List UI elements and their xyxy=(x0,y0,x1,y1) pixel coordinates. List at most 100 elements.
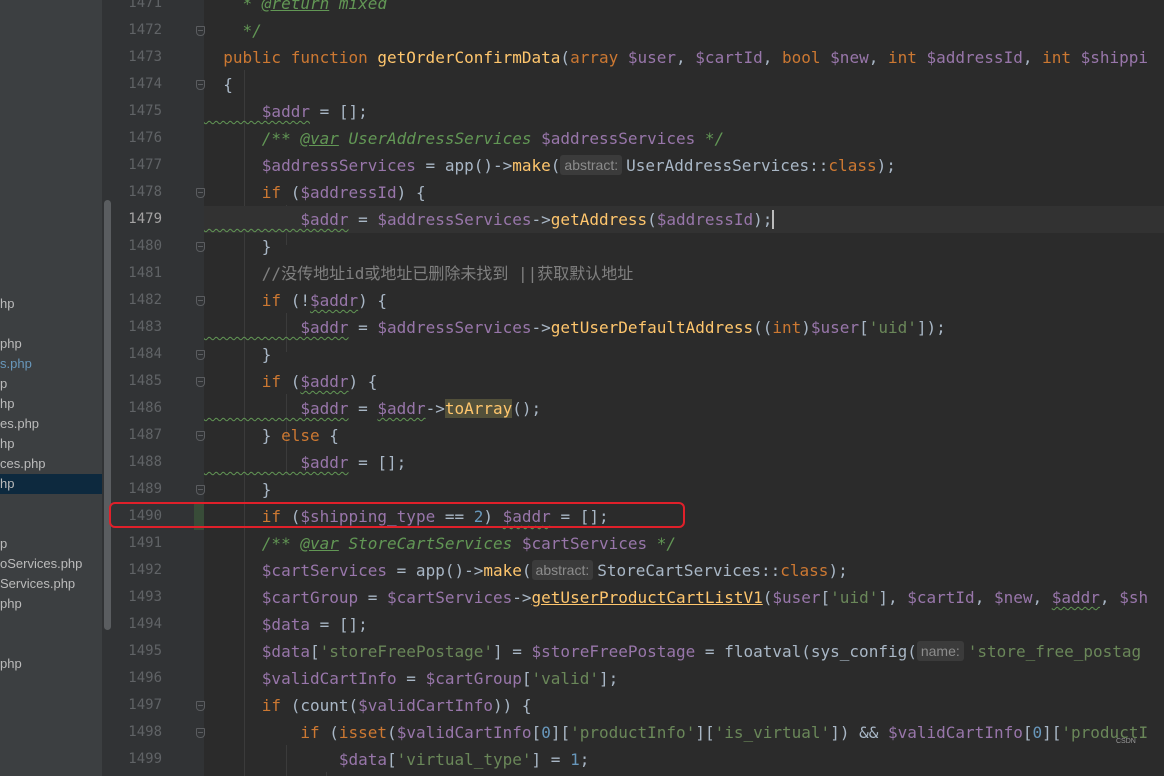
code-token: $addressId xyxy=(300,183,397,202)
code-line[interactable]: if (isset($validCartInfo[0]['productInfo… xyxy=(204,719,1164,746)
line-number[interactable]: 1473 xyxy=(114,44,162,71)
code-line[interactable]: public function getOrderConfirmData(arra… xyxy=(204,44,1164,71)
line-number[interactable]: 1491 xyxy=(114,530,162,557)
code-line[interactable]: /** @var StoreCartServices $cartServices… xyxy=(204,530,1164,557)
code-token: UserAddressServices:: xyxy=(626,156,829,175)
code-editor[interactable]: * @return mixed */ public function getOr… xyxy=(204,0,1164,776)
code-line[interactable]: } else { xyxy=(204,422,1164,449)
code-line[interactable]: $addr = $addressServices->getUserDefault… xyxy=(204,314,1164,341)
code-token: $shippi xyxy=(1080,48,1149,67)
line-number[interactable]: 1489 xyxy=(114,476,162,503)
sidebar-file-item[interactable]: p xyxy=(0,534,102,554)
code-token: , xyxy=(868,48,888,67)
code-token: */ xyxy=(695,129,725,148)
sidebar-file-item[interactable]: p xyxy=(0,374,102,394)
line-number[interactable]: 1485 xyxy=(114,368,162,395)
code-line[interactable]: { xyxy=(204,71,1164,98)
code-line[interactable]: $data['storeFreePostage'] = $storeFreePo… xyxy=(204,638,1164,665)
code-line[interactable]: $cartServices = app()->make(abstract: Sto… xyxy=(204,557,1164,584)
line-number[interactable]: 1471 xyxy=(114,0,162,17)
code-line[interactable]: $cartGroup = $cartServices->getUserProdu… xyxy=(204,584,1164,611)
code-token: 'is_virtual' xyxy=(714,723,831,742)
code-token: = xyxy=(348,210,378,229)
code-token: $cartServices xyxy=(204,561,388,580)
code-token: * xyxy=(204,0,262,13)
code-line[interactable]: $addr = []; xyxy=(204,449,1164,476)
code-line[interactable]: if (!$addr) { xyxy=(204,287,1164,314)
code-token: ] = xyxy=(493,642,532,661)
sidebar-file-item[interactable]: ces.php xyxy=(0,454,102,474)
code-line[interactable]: */ xyxy=(204,17,1164,44)
sidebar-file-item[interactable]: s.php xyxy=(0,354,102,374)
sidebar-file-item[interactable]: php xyxy=(0,334,102,354)
line-number[interactable]: 1481 xyxy=(114,260,162,287)
code-token: ) { xyxy=(358,291,388,310)
code-line[interactable]: } xyxy=(204,341,1164,368)
code-token: 0 xyxy=(541,723,551,742)
code-line[interactable]: $addr = []; xyxy=(204,98,1164,125)
sidebar-scrollbar[interactable] xyxy=(104,200,111,630)
code-token: ][ xyxy=(1042,723,1062,742)
code-token: getAddress xyxy=(550,210,648,229)
line-number[interactable]: 1493 xyxy=(114,584,162,611)
code-line[interactable]: $data = []; xyxy=(204,611,1164,638)
code-line[interactable]: $addressServices = app()->make(abstract:… xyxy=(204,152,1164,179)
line-number[interactable]: 1474 xyxy=(114,71,162,98)
sidebar-file-item[interactable]: Services.php xyxy=(0,574,102,594)
code-token: @var xyxy=(300,534,339,553)
code-token: $cartId xyxy=(907,588,975,607)
sidebar-file-item[interactable]: hp xyxy=(0,474,102,494)
code-line[interactable]: if ($addressId) { xyxy=(204,179,1164,206)
code-line[interactable]: //没传地址id或地址已删除未找到 ||获取默认地址 xyxy=(204,260,1164,287)
sidebar-file-item[interactable]: php xyxy=(0,594,102,614)
line-number[interactable]: 1497 xyxy=(114,692,162,719)
line-number[interactable]: 1496 xyxy=(114,665,162,692)
project-sidebar: hp php s.php p hp es.php hp ces.php hp p oServices… xyxy=(0,0,102,776)
line-number[interactable]: 1476 xyxy=(114,125,162,152)
line-number[interactable]: 1475 xyxy=(114,98,162,125)
code-token: , xyxy=(1032,588,1052,607)
code-line[interactable]: /** @var UserAddressServices $addressSer… xyxy=(204,125,1164,152)
line-number[interactable]: 1484 xyxy=(114,341,162,368)
sidebar-file-item[interactable]: oServices.php xyxy=(0,554,102,574)
line-number[interactable]: 1472 xyxy=(114,17,162,44)
code-line[interactable]: * @return mixed xyxy=(204,0,1164,17)
line-number[interactable]: 1492 xyxy=(114,557,162,584)
code-token: ( xyxy=(762,588,773,607)
line-number[interactable]: 1478 xyxy=(114,179,162,206)
sidebar-file-item[interactable]: php xyxy=(0,654,102,674)
code-line[interactable]: $data['virtual_type'] = 1; xyxy=(204,746,1164,773)
code-line[interactable]: $addr = $addr->toArray(); xyxy=(204,395,1164,422)
line-number[interactable]: 1494 xyxy=(114,611,162,638)
sidebar-file-item[interactable]: hp xyxy=(0,294,102,314)
line-number[interactable]: 1487 xyxy=(114,422,162,449)
code-token: $new xyxy=(993,588,1033,607)
code-token: ) xyxy=(801,318,811,337)
line-number[interactable]: 1479 xyxy=(114,206,162,233)
sidebar-file-item[interactable]: hp xyxy=(0,434,102,454)
code-token: ; xyxy=(579,750,590,769)
line-number[interactable]: 1483 xyxy=(114,314,162,341)
code-token: ( xyxy=(329,723,339,742)
code-line[interactable]: if (count($validCartInfo)) { xyxy=(204,692,1164,719)
code-line[interactable]: } xyxy=(204,476,1164,503)
code-line[interactable]: } xyxy=(204,233,1164,260)
parameter-hint: abstract: xyxy=(560,155,623,175)
line-number[interactable]: 1495 xyxy=(114,638,162,665)
sidebar-file-item[interactable]: es.php xyxy=(0,414,102,434)
code-token: ][ xyxy=(695,723,715,742)
line-number[interactable]: 1477 xyxy=(114,152,162,179)
sidebar-file-item[interactable]: hp xyxy=(0,394,102,414)
line-number[interactable]: 1488 xyxy=(114,449,162,476)
line-number[interactable]: 1499 xyxy=(114,746,162,773)
line-number[interactable]: 1482 xyxy=(114,287,162,314)
line-number[interactable]: 1480 xyxy=(114,233,162,260)
line-number[interactable]: 1486 xyxy=(114,395,162,422)
line-number[interactable]: 1498 xyxy=(114,719,162,746)
code-line[interactable]: $addr = $addressServices->getAddress($ad… xyxy=(204,206,1164,233)
code-line[interactable]: $validCartInfo = $cartGroup['valid']; xyxy=(204,665,1164,692)
code-token: /** xyxy=(204,534,301,553)
code-line[interactable]: if ($addr) { xyxy=(204,368,1164,395)
code-token: $addr xyxy=(204,318,349,337)
code-token: ); xyxy=(876,156,896,175)
